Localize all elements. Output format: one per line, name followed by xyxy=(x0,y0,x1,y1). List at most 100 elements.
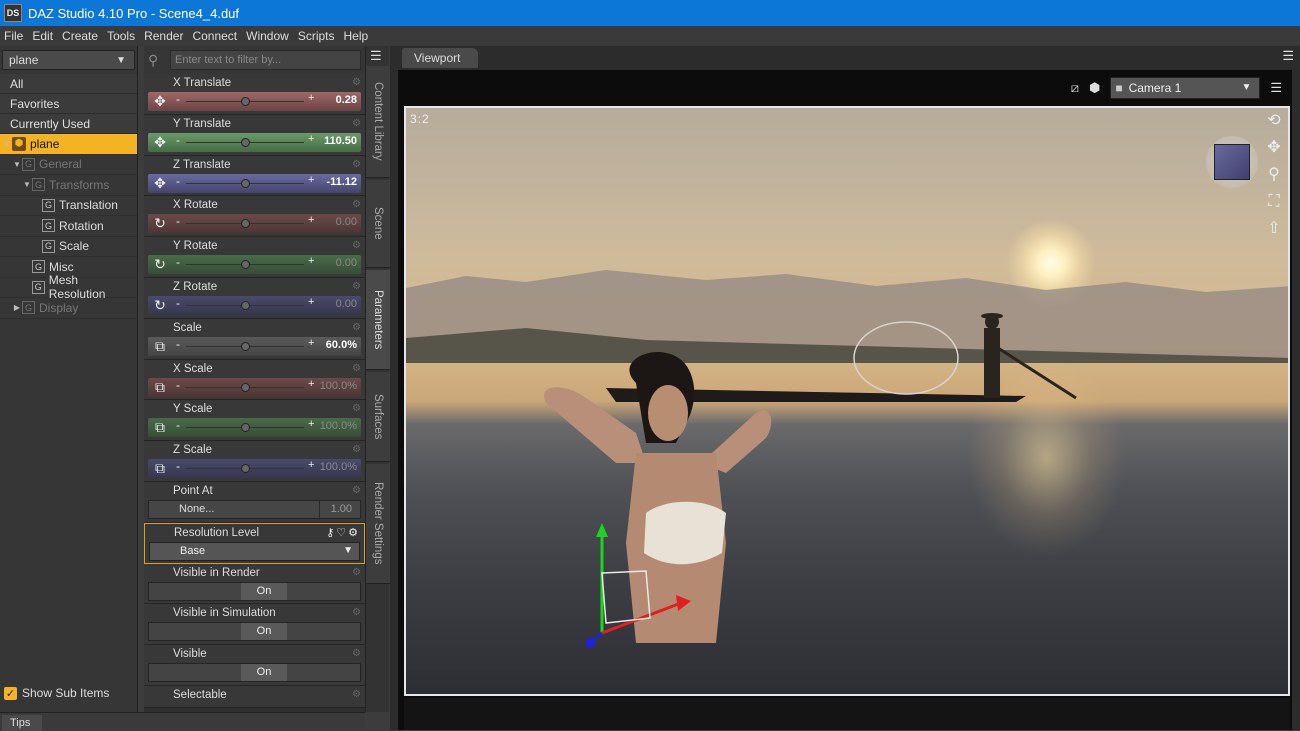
plus-icon[interactable]: + xyxy=(308,378,314,390)
plus-icon[interactable]: + xyxy=(308,174,314,186)
gear-icon[interactable]: ⚙ xyxy=(352,322,361,333)
gear-icon[interactable]: ⚙ xyxy=(352,281,361,292)
tab-parameters[interactable]: Parameters xyxy=(366,270,390,370)
navigation-cube[interactable] xyxy=(1206,136,1258,188)
gear-icon[interactable]: ⚙ xyxy=(352,199,361,210)
plus-icon[interactable]: + xyxy=(308,337,314,349)
gear-icon[interactable]: ⚙ xyxy=(352,77,361,88)
expand-arrow-icon[interactable]: ▼ xyxy=(2,139,12,148)
tab-surfaces[interactable]: Surfaces xyxy=(366,372,390,462)
toggle-value[interactable]: On xyxy=(241,623,287,641)
param-value[interactable]: 0.00 xyxy=(336,257,357,269)
plus-icon[interactable]: + xyxy=(308,418,314,430)
filter-favorites[interactable]: Favorites xyxy=(0,94,137,114)
point-at-selector[interactable]: None... 1.00 xyxy=(148,499,361,520)
plus-icon[interactable]: + xyxy=(308,255,314,267)
param-value[interactable]: 100.0% xyxy=(320,420,357,432)
slider-knob[interactable] xyxy=(241,464,250,474)
param-slider[interactable]: ↻ - +0.00 xyxy=(148,295,361,315)
param-value[interactable]: 110.50 xyxy=(324,135,357,147)
minus-icon[interactable]: - xyxy=(176,92,180,106)
slider-knob[interactable] xyxy=(241,97,250,106)
reset-camera-icon[interactable]: ⇧ xyxy=(1263,218,1285,240)
draw-style-icon[interactable]: ⬢ xyxy=(1089,80,1100,96)
filter-input[interactable]: Enter text to filter by... xyxy=(170,50,361,70)
show-sub-items-checkbox[interactable]: ✓ Show Sub Items xyxy=(4,686,109,700)
plus-icon[interactable]: + xyxy=(308,92,314,104)
orbit-icon[interactable]: ⟲ xyxy=(1263,110,1285,132)
tree-item-rotation[interactable]: G Rotation xyxy=(0,216,137,237)
tab-render-settings[interactable]: Render Settings xyxy=(366,464,390,584)
zoom-icon[interactable]: ⚲ xyxy=(1263,164,1285,186)
filter-currently-used[interactable]: Currently Used xyxy=(0,114,137,134)
tree-item-transforms[interactable]: ▼ G Transforms xyxy=(0,175,137,196)
tab-viewport[interactable]: Viewport xyxy=(402,48,478,68)
param-value[interactable]: -11.12 xyxy=(326,176,357,188)
render-view[interactable]: 3:2 ⟲ ✥ ⚲ ⛶ ⇧ xyxy=(404,106,1290,696)
toggle-value[interactable]: On xyxy=(241,582,287,600)
slider-knob[interactable] xyxy=(241,137,250,147)
node-selector[interactable]: plane ▼ xyxy=(2,50,135,70)
lock-favorite-gear-icon[interactable]: ⚷♡⚙ xyxy=(326,526,360,539)
tree-item-plane[interactable]: ▼ ⬢ plane xyxy=(0,134,137,155)
expand-arrow-icon[interactable]: ▼ xyxy=(22,180,32,189)
plus-icon[interactable]: + xyxy=(308,459,314,471)
menu-file[interactable]: File xyxy=(0,29,28,43)
gear-icon[interactable]: ⚙ xyxy=(352,363,361,374)
param-toggle[interactable]: On xyxy=(148,581,361,601)
minus-icon[interactable]: - xyxy=(176,174,180,188)
frame-icon[interactable]: ⛶ xyxy=(1263,191,1285,213)
param-slider[interactable]: ✥ - +0.28 xyxy=(148,92,361,111)
menu-render[interactable]: Render xyxy=(140,29,188,43)
toggle-value[interactable]: On xyxy=(241,664,287,682)
tree-item-mesh-resolution[interactable]: G Mesh Resolution xyxy=(0,273,137,301)
menu-connect[interactable]: Connect xyxy=(188,29,242,43)
menu-window[interactable]: Window xyxy=(242,29,294,43)
point-at-number[interactable]: 1.00 xyxy=(331,503,352,515)
plus-icon[interactable]: + xyxy=(308,133,314,145)
minus-icon[interactable]: - xyxy=(176,418,180,432)
slider-knob[interactable] xyxy=(241,260,250,270)
filter-all[interactable]: All xyxy=(0,74,137,94)
param-toggle[interactable]: On xyxy=(148,622,361,642)
param-toggle[interactable]: On xyxy=(148,663,361,683)
param-slider[interactable]: ✥ - +110.50 xyxy=(148,132,361,152)
param-value[interactable]: 60.0% xyxy=(326,339,357,351)
param-slider[interactable]: ↻ - +0.00 xyxy=(148,214,361,234)
gear-icon[interactable]: ⚙ xyxy=(352,607,361,618)
slider-knob[interactable] xyxy=(241,219,250,229)
tab-scene[interactable]: Scene xyxy=(366,180,390,268)
minus-icon[interactable]: - xyxy=(176,214,180,228)
slider-knob[interactable] xyxy=(241,178,250,188)
plus-icon[interactable]: + xyxy=(308,296,314,308)
gear-icon[interactable]: ⚙ xyxy=(352,240,361,251)
tab-tips[interactable]: Tips xyxy=(2,715,42,731)
param-slider[interactable]: ⧉ - +100.0% xyxy=(148,418,361,438)
gear-icon[interactable]: ⚙ xyxy=(352,648,361,659)
slider-knob[interactable] xyxy=(241,382,250,392)
viewport-menu-icon[interactable]: ☰ xyxy=(1282,48,1294,64)
menu-edit[interactable]: Edit xyxy=(28,29,58,43)
panel-menu-icon[interactable]: ☰ xyxy=(370,48,382,64)
slider-knob[interactable] xyxy=(241,300,250,310)
gear-icon[interactable]: ⚙ xyxy=(352,444,361,455)
tree-item-general[interactable]: ▼ G General xyxy=(0,155,137,175)
menu-tools[interactable]: Tools xyxy=(103,29,140,43)
resolution-dropdown[interactable]: Base ▼ xyxy=(149,541,360,561)
minus-icon[interactable]: - xyxy=(176,296,180,310)
gear-icon[interactable]: ⚙ xyxy=(352,567,361,578)
tab-content-library[interactable]: Content Library xyxy=(366,66,390,178)
minus-icon[interactable]: - xyxy=(176,133,180,147)
aspect-frame-icon[interactable]: ⧄ xyxy=(1071,80,1079,96)
menu-scripts[interactable]: Scripts xyxy=(294,29,340,43)
minus-icon[interactable]: - xyxy=(176,459,180,473)
viewport-options-icon[interactable]: ☰ xyxy=(1270,80,1282,96)
expand-arrow-icon[interactable]: ▶ xyxy=(12,303,22,312)
param-slider[interactable]: ⧉ - +60.0% xyxy=(148,336,361,356)
gear-icon[interactable]: ⚙ xyxy=(352,689,361,700)
minus-icon[interactable]: - xyxy=(176,337,180,351)
gear-icon[interactable]: ⚙ xyxy=(352,485,361,496)
minus-icon[interactable]: - xyxy=(176,378,180,392)
slider-knob[interactable] xyxy=(241,423,250,433)
slider-knob[interactable] xyxy=(241,341,250,351)
